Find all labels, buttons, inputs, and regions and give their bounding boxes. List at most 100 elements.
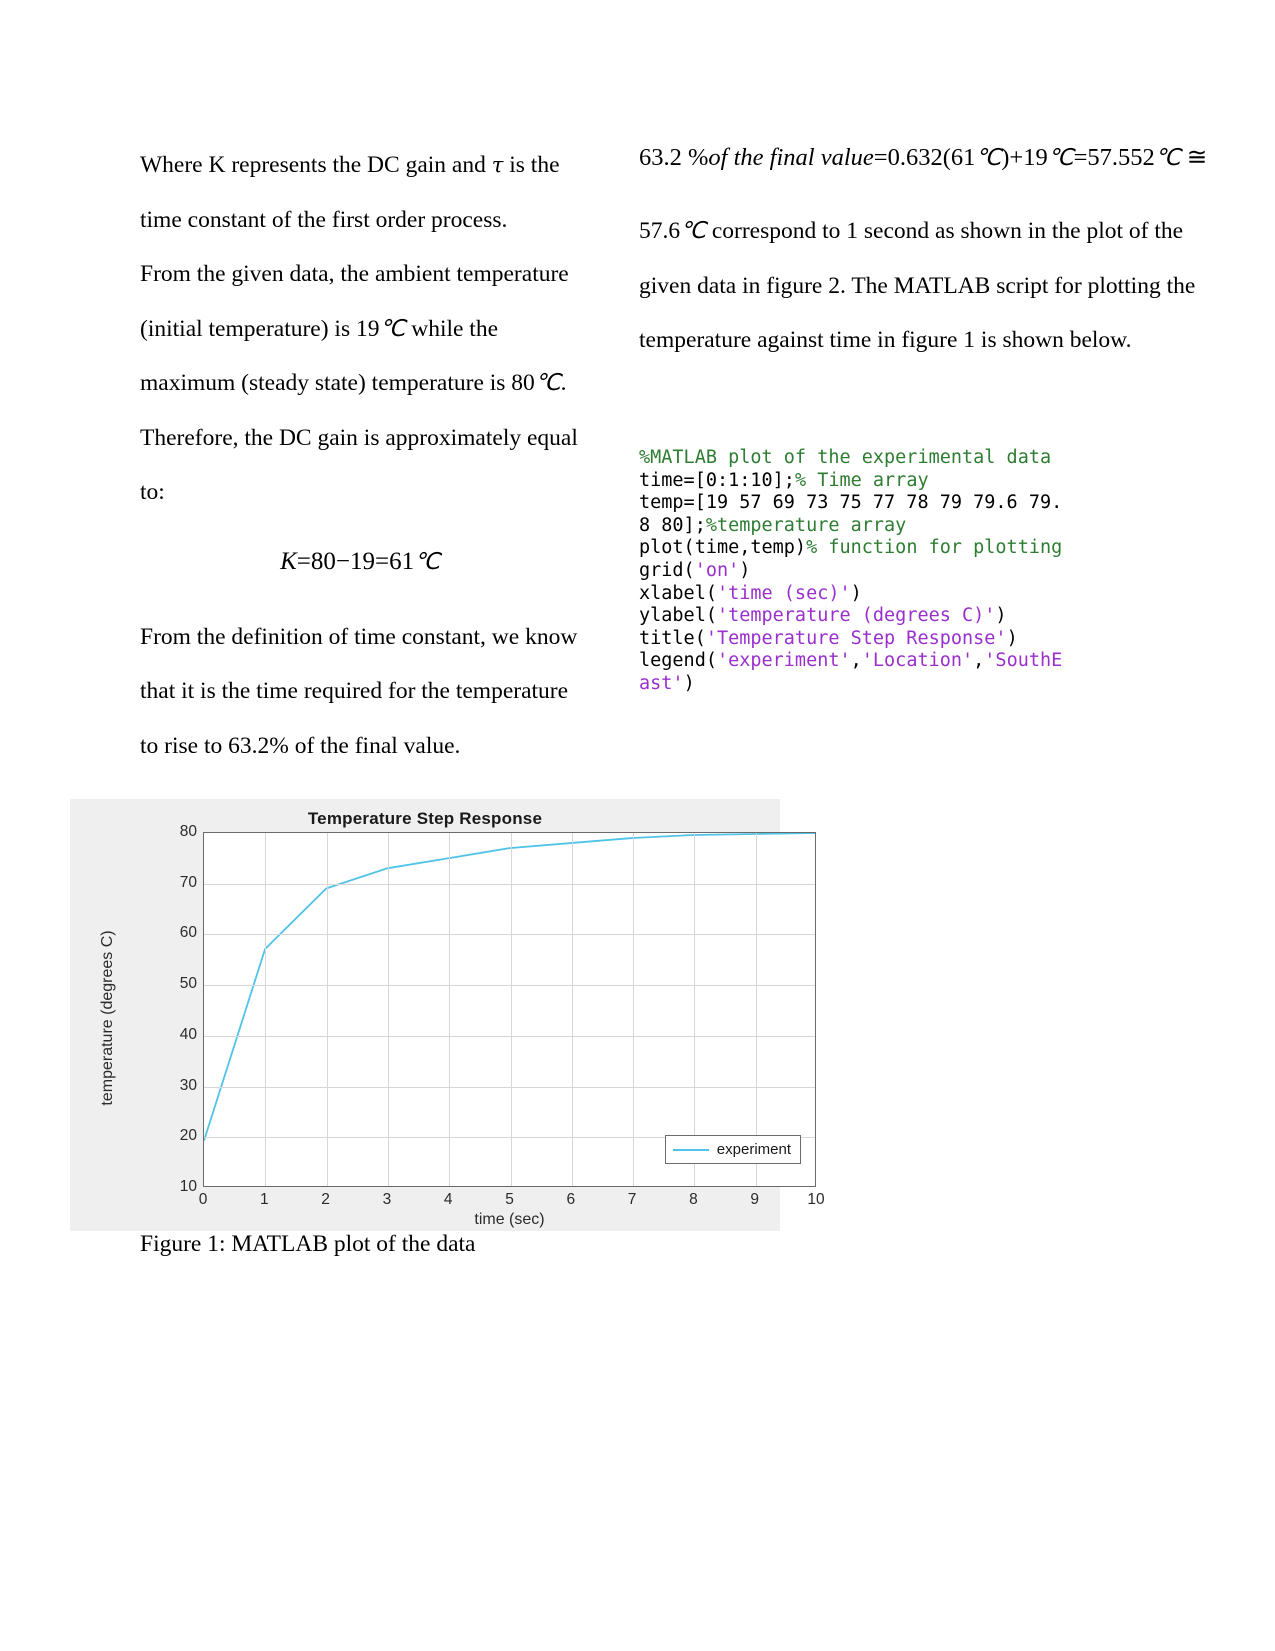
chart-x-axis-label: time (sec) — [474, 1211, 545, 1228]
chart-gridline-vertical — [694, 833, 696, 1186]
equation-paren-open: ( — [942, 144, 951, 171]
equation-variable: K — [280, 547, 297, 575]
degree-celsius-symbol: ℃ — [1047, 145, 1074, 170]
code-line: temp=[19 57 69 73 75 77 78 79 79.6 79.8 … — [639, 492, 1069, 537]
paragraph-text: correspond to 1 second as shown in the p… — [639, 218, 1196, 353]
degree-celsius-symbol: ℃ — [975, 145, 1002, 170]
degree-celsius-symbol: ℃ — [680, 218, 706, 243]
equation-lead: 63.2 % — [639, 144, 709, 171]
code-token-plain: ) — [1006, 627, 1018, 649]
chart-y-tick-label: 80 — [179, 823, 197, 840]
code-token-string: 'temperature (degrees C)' — [716, 605, 996, 627]
chart-x-tick-label: 2 — [321, 1191, 330, 1208]
code-token-string: 'time (sec)' — [716, 582, 851, 604]
chart-x-tick-label: 8 — [689, 1191, 698, 1208]
legend-label: experiment — [716, 1141, 791, 1158]
code-token-plain: ylabel( — [639, 605, 717, 627]
code-token-string: 'on' — [694, 559, 740, 581]
chart-gridline-horizontal — [204, 1086, 815, 1088]
code-token-plain: legend( — [639, 650, 717, 672]
paragraph-time-constant-definition: From the definition of time constant, we… — [140, 623, 578, 759]
chart-x-tick-label: 1 — [259, 1191, 269, 1208]
code-token-plain: , — [850, 650, 862, 672]
code-token-comment: %temperature array — [705, 514, 907, 536]
chart-y-tick-label: 60 — [179, 924, 197, 942]
paragraph-text: Where K represents the DC gain and — [140, 152, 492, 178]
paragraph-ambient-temperature: From the given data, the ambient tempera… — [140, 247, 580, 520]
code-token-string: 'experiment' — [716, 650, 851, 672]
code-line: xlabel('time (sec)') — [639, 583, 1069, 606]
chart-gridline-horizontal — [204, 1035, 815, 1037]
paragraph-value: 57.6 — [639, 218, 681, 244]
chart-gridline-vertical — [265, 833, 267, 1186]
chart-y-tick-label: 50 — [179, 975, 197, 993]
chart-y-tick-label: 20 — [179, 1127, 197, 1145]
chart-gridline-horizontal — [204, 883, 815, 885]
equation-phrase: of the final value — [708, 144, 874, 171]
code-token-plain: ) — [739, 559, 751, 581]
chart-gridline-vertical — [633, 833, 635, 1186]
equation-expression: =80−19=61 — [296, 547, 415, 575]
document-page: Where K represents the DC gain and τ is … — [0, 0, 1275, 1651]
code-line: title('Temperature Step Response') — [639, 628, 1069, 651]
code-token-string: 'Temperature Step Response' — [705, 627, 1007, 649]
degree-celsius-symbol: ℃ — [1154, 145, 1181, 170]
equation-final-value: 63.2 %of the final value=0.632(61℃)+19℃=… — [639, 138, 1214, 178]
chart-y-axis-label: temperature (degrees C) — [99, 930, 116, 1106]
chart-gridline-vertical — [571, 833, 573, 1186]
paragraph-dc-gain-definition: Where K represents the DC gain and τ is … — [140, 138, 580, 247]
code-line: time=[0:1:10];% Time array — [639, 470, 1069, 493]
matlab-code-block: %MATLAB plot of the experimental data tim… — [639, 447, 1069, 696]
chart-x-tick-label: 9 — [750, 1191, 759, 1208]
degree-celsius-symbol: ℃ — [534, 370, 561, 395]
code-token-plain: time=[0:1:10]; — [639, 469, 795, 491]
code-token-plain: ) — [850, 582, 862, 604]
chart-gridline-horizontal — [204, 985, 815, 987]
equation-inner-value: 61 — [950, 144, 976, 171]
chart-x-tick-label: 6 — [566, 1191, 576, 1208]
figure-caption: Figure 1: MATLAB plot of the data — [140, 1231, 476, 1257]
chart-x-tick-label: 5 — [505, 1191, 514, 1208]
chart-x-tick-label: 0 — [198, 1191, 208, 1208]
chart-legend: experiment — [664, 1135, 801, 1164]
code-token-plain: title( — [639, 627, 706, 649]
code-token-comment: %MATLAB plot of the experimental data — [639, 447, 1052, 468]
code-token-plain: xlabel( — [639, 582, 717, 604]
right-text-column: 63.2 %of the final value=0.632(61℃)+19℃=… — [639, 138, 1214, 368]
code-line: ylabel('temperature (degrees C)') — [639, 605, 1069, 628]
chart-x-tick-label: 10 — [807, 1191, 825, 1208]
code-line: legend('experiment','Location','SouthEas… — [639, 650, 1069, 695]
equation-unit: ℃ — [414, 548, 440, 574]
left-text-column: Where K represents the DC gain and τ is … — [140, 138, 580, 773]
chart-gridline-vertical — [387, 833, 389, 1186]
chart-y-tick-label: 70 — [179, 873, 197, 891]
chart-gridline-vertical — [755, 833, 757, 1186]
code-line: plot(time,temp)% function for plotting — [639, 537, 1069, 560]
chart-plot-area: experiment — [203, 832, 816, 1187]
tau-symbol: τ — [491, 153, 504, 177]
code-line: grid('on') — [639, 560, 1069, 583]
paragraph-correspond-one-second: 57.6℃ correspond to 1 second as shown in… — [639, 204, 1214, 368]
code-token-plain: grid( — [639, 559, 695, 581]
chart-y-tick-label: 30 — [179, 1076, 197, 1094]
code-token-comment: % function for plotting — [806, 537, 1063, 559]
chart-y-tick-label: 40 — [179, 1025, 197, 1043]
chart-x-tick-label: 3 — [382, 1191, 392, 1208]
chart-gridline-vertical — [449, 833, 451, 1186]
code-token-plain: plot(time,temp) — [639, 537, 807, 559]
chart-series-svg — [204, 833, 815, 1186]
chart-x-tick-label: 4 — [443, 1191, 453, 1208]
chart-gridline-vertical — [326, 833, 328, 1186]
chart-y-tick-label: 10 — [179, 1178, 197, 1195]
equation-expr-c: =57.552 — [1073, 144, 1155, 171]
matlab-figure: Temperature Step Response temperature (d… — [70, 799, 825, 1231]
equation-expr-a: =0.632 — [873, 144, 943, 171]
code-token-comment: % Time array — [794, 469, 929, 491]
equation-dc-gain: K=80−19=61℃ — [140, 548, 580, 576]
code-token-plain: ) — [683, 672, 695, 694]
code-token-string: 'Location' — [861, 650, 974, 672]
chart-x-tick-label: 7 — [627, 1191, 637, 1208]
degree-celsius-symbol: ℃ — [379, 315, 406, 341]
legend-line-swatch — [672, 1148, 709, 1151]
equation-expr-b: +19 — [1009, 144, 1048, 171]
